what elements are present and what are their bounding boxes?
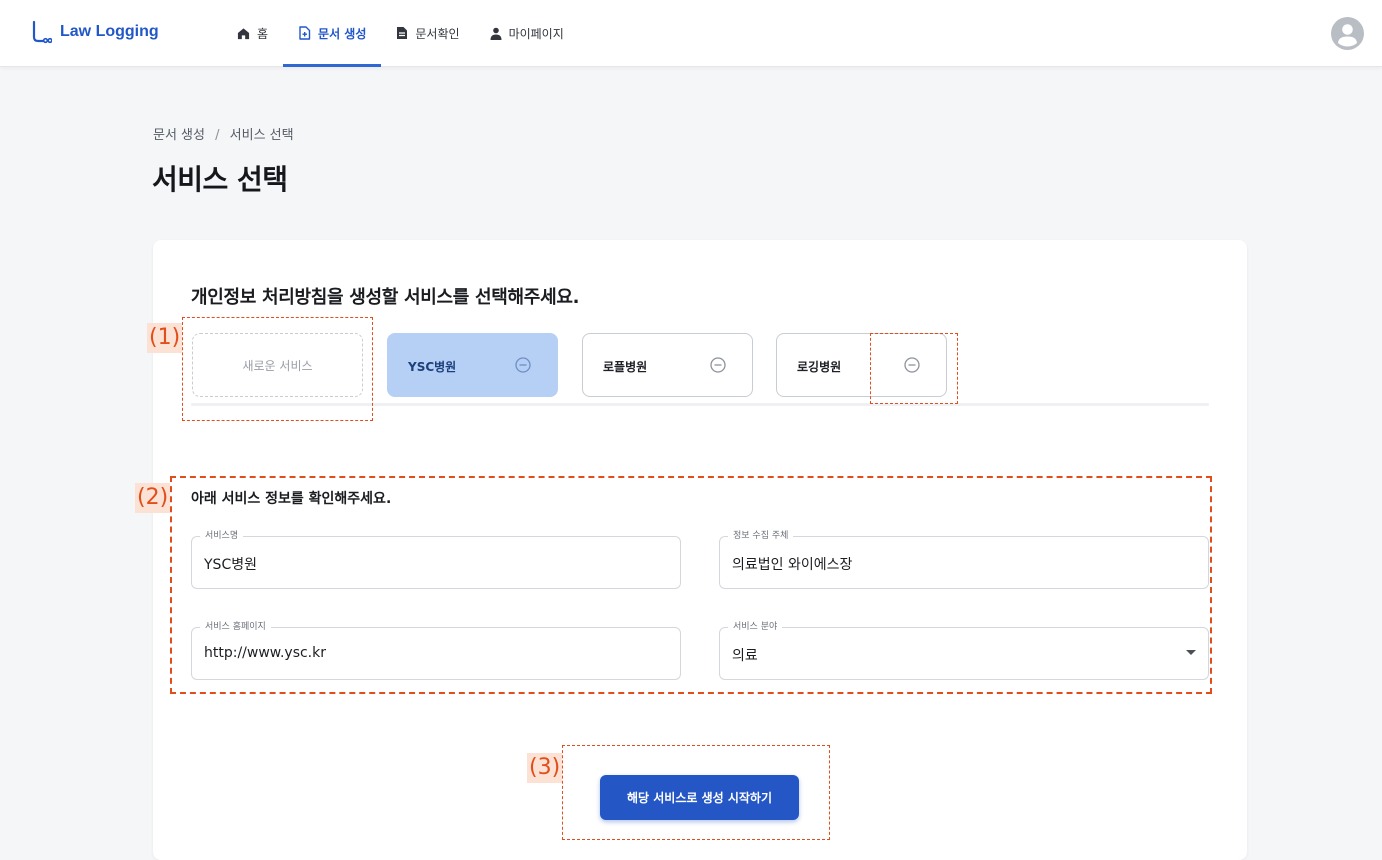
nav-item-mypage[interactable]: 마이페이지 <box>475 0 579 66</box>
nav-label-check-document: 문서확인 <box>415 26 460 41</box>
annotation-label-3: (3) <box>527 753 563 783</box>
collector-field[interactable]: 정보 수집 주체 의료법인 와이에스장 <box>719 530 1209 589</box>
service-tab-label: YSC병원 <box>408 360 457 374</box>
service-name-field[interactable]: 서비스명 YSC병원 <box>191 530 681 589</box>
page-title: 서비스 선택 <box>152 163 288 196</box>
homepage-field[interactable]: 서비스 홈페이지 http://www.ysc.kr <box>191 621 681 680</box>
category-label: 서비스 분야 <box>728 621 783 633</box>
brand-name: Law Logging <box>60 23 159 40</box>
remove-service-icon[interactable] <box>515 357 531 373</box>
breadcrumb-current: 서비스 선택 <box>229 128 294 143</box>
nav-item-create-document[interactable]: 문서 생성 <box>283 0 382 67</box>
collector-label: 정보 수집 주체 <box>728 530 794 542</box>
service-name-value: YSC병원 <box>204 557 257 573</box>
start-generation-button[interactable]: 해당 서비스로 생성 시작하기 <box>600 775 799 820</box>
nav-label-home: 홈 <box>257 26 269 41</box>
home-icon <box>237 27 250 39</box>
document-icon <box>397 27 408 39</box>
service-info-heading: 아래 서비스 정보를 확인해주세요. <box>191 491 392 507</box>
homepage-value: http://www.ysc.kr <box>204 645 326 661</box>
top-navigation-bar: Law Logging 홈 문서 생성 문서확인 마이페이지 <box>0 0 1382 67</box>
annotation-label-1: (1) <box>147 323 183 353</box>
brand-logo[interactable]: Law Logging <box>30 20 159 44</box>
nav-label-create-document: 문서 생성 <box>318 26 367 41</box>
person-icon <box>490 27 502 40</box>
category-select[interactable]: 서비스 분야 의료 <box>719 621 1209 680</box>
breadcrumb-separator: / <box>215 128 220 143</box>
main-nav: 홈 문서 생성 문서확인 마이페이지 <box>222 0 579 67</box>
breadcrumb: 문서 생성 / 서비스 선택 <box>153 124 294 143</box>
user-avatar[interactable] <box>1331 17 1364 50</box>
nav-item-home[interactable]: 홈 <box>222 0 283 66</box>
service-tab-label: 로플병원 <box>603 360 648 374</box>
nav-item-check-document[interactable]: 문서확인 <box>381 0 474 66</box>
chevron-down-icon[interactable] <box>1186 650 1196 655</box>
tabs-divider <box>191 403 1209 406</box>
service-selection-heading: 개인정보 처리방침을 생성할 서비스를 선택해주세요. <box>191 287 580 308</box>
collector-value: 의료법인 와이에스장 <box>732 557 853 573</box>
new-service-label: 새로운 서비스 <box>242 358 313 373</box>
service-selection-card: 개인정보 처리방침을 생성할 서비스를 선택해주세요. 새로운 서비스 YSC병… <box>153 240 1247 860</box>
service-name-label: 서비스명 <box>200 530 244 542</box>
new-service-tab[interactable]: 새로운 서비스 <box>192 333 363 397</box>
homepage-label: 서비스 홈페이지 <box>200 621 271 633</box>
service-tab-lopl[interactable]: 로플병원 <box>582 333 753 397</box>
annotation-label-2: (2) <box>135 483 171 513</box>
law-logging-logo-icon <box>32 20 52 44</box>
nav-label-mypage: 마이페이지 <box>508 26 564 41</box>
service-tab-label: 로깅병원 <box>797 360 842 374</box>
service-tab-logging[interactable]: 로깅병원 <box>776 333 947 397</box>
document-add-icon <box>299 26 311 40</box>
service-tab-ysc[interactable]: YSC병원 <box>387 333 558 397</box>
user-avatar-icon <box>1331 17 1364 50</box>
category-value: 의료 <box>732 648 758 664</box>
breadcrumb-parent[interactable]: 문서 생성 <box>153 128 205 143</box>
remove-service-icon[interactable] <box>710 357 726 373</box>
remove-service-icon[interactable] <box>904 357 920 373</box>
